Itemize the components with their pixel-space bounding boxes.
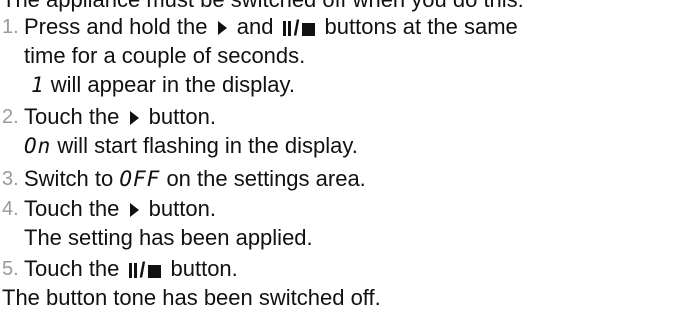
display-symbol: 1 (31, 73, 45, 97)
step-4-line-1: Touch the button. (24, 196, 216, 221)
step-2-line-2: On will start flashing in the display. (24, 133, 358, 158)
play-triangle-icon (217, 21, 227, 35)
step-number: 1. (2, 16, 19, 38)
step-4-line-2: The setting has been applied. (24, 225, 313, 250)
step-number: 3. (2, 168, 19, 190)
play-triangle-icon (129, 111, 139, 125)
step-number: 5. (2, 258, 19, 280)
step-2-line-1: Touch the button. (24, 104, 216, 129)
step-number: 2. (2, 106, 19, 128)
pause-stop-icon: / (128, 260, 162, 281)
step-5-line-1: Touch the / button. (24, 256, 238, 282)
intro-text: The appliance must be switched off when … (2, 0, 524, 13)
manual-page: The appliance must be switched off when … (0, 0, 681, 316)
step-1-line-1: Press and hold the and / buttons at the … (24, 14, 518, 40)
display-symbol: OFF (119, 167, 161, 191)
pause-stop-icon: / (282, 18, 316, 39)
closing-text: The button tone has been switched off. (2, 285, 381, 310)
step-1-line-2: time for a couple of seconds. (24, 43, 306, 68)
step-number: 4. (2, 198, 19, 220)
step-3-line-1: Switch to OFF on the settings area. (24, 166, 366, 191)
step-1-line-3: 1 will appear in the display. (31, 72, 295, 97)
display-symbol: On (24, 134, 52, 158)
play-triangle-icon (129, 203, 139, 217)
